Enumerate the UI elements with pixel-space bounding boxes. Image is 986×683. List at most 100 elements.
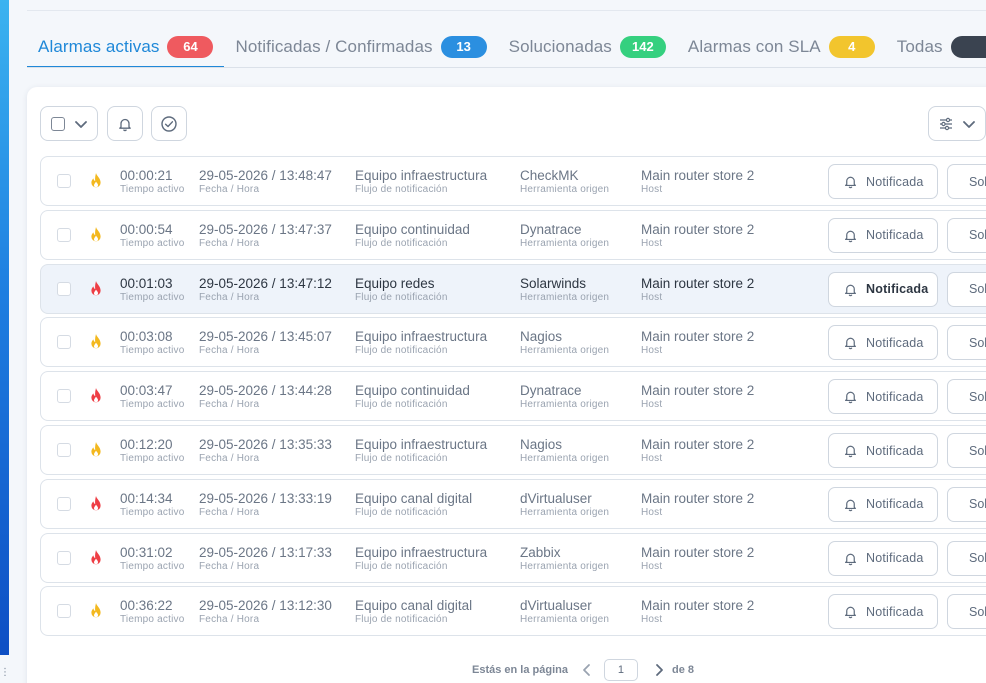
date-value: 29-05-2026 / 13:47:12: [199, 275, 332, 291]
cell-date: 29-05-2026 / 13:45:07 Fecha / Hora: [199, 329, 332, 357]
tab-todas[interactable]: Todas: [886, 26, 986, 68]
alarm-row[interactable]: 00:31:02 Tiempo activo 29-05-2026 / 13:17:…: [40, 532, 986, 583]
date-caption: Fecha / Hora: [199, 614, 260, 626]
time-value: 00:00:21: [120, 168, 173, 183]
notify-button[interactable]: Notificada: [828, 164, 938, 199]
cell-date: 29-05-2026 / 13:44:28 Fecha / Hora: [199, 383, 332, 411]
resolve-button[interactable]: Solucionada: [947, 271, 986, 307]
flow-value: Equipo infraestructura: [355, 437, 488, 452]
alarm-row[interactable]: 00:36:22 Tiempo activo 29-05-2026 / 13:12:…: [40, 586, 986, 637]
row-checkbox[interactable]: [57, 443, 71, 457]
notify-button[interactable]: Notificada: [828, 217, 938, 253]
next-page-button[interactable]: [654, 663, 664, 677]
row-checkbox[interactable]: [57, 604, 71, 619]
notify-button[interactable]: Notificada: [828, 433, 938, 468]
date-caption: Fecha / Hora: [199, 291, 260, 303]
tool-caption: Herramienta origen: [520, 345, 610, 357]
flame-icon: [91, 173, 101, 188]
bell-icon: [845, 499, 856, 512]
tab-label: Solucionadas: [508, 37, 612, 56]
row-checkbox[interactable]: [57, 389, 71, 404]
row-checkbox[interactable]: [57, 335, 71, 350]
select-all-dropdown[interactable]: [40, 106, 98, 141]
time-caption: Tiempo activo: [120, 345, 185, 357]
resolve-button[interactable]: Solucionada: [947, 594, 986, 630]
notify-selected-button[interactable]: [107, 106, 143, 141]
flow-caption: Flujo de notificación: [355, 237, 448, 249]
tab-notificadas-confirmadas[interactable]: Notificadas / Confirmadas 13: [224, 26, 497, 68]
row-checkbox[interactable]: [57, 496, 71, 511]
alarm-row[interactable]: 00:12:20 Tiempo activo 29-05-2026 / 13:35:…: [40, 425, 986, 475]
cell-date: 29-05-2026 / 13:48:47 Fecha / Hora: [199, 168, 332, 196]
notify-button[interactable]: Notificada: [828, 540, 938, 576]
cell-flow: Equipo continuidad Flujo de notificación: [355, 222, 470, 250]
flame-icon: [91, 334, 101, 349]
notify-button-label: Notificada: [866, 228, 924, 243]
page-number-input[interactable]: 1: [603, 659, 638, 681]
tab-alarmas-activas[interactable]: Alarmas activas 64: [27, 26, 225, 68]
alarm-row[interactable]: 00:00:21 Tiempo activo 29-05-2026 / 13:48:…: [40, 156, 986, 206]
resolve-button[interactable]: Solucionada: [947, 164, 986, 199]
sidebar-handle-icon[interactable]: ⋮: [0, 668, 10, 678]
notify-button[interactable]: Notificada: [828, 325, 938, 361]
resolve-button[interactable]: Solucionada: [947, 325, 986, 361]
notify-button[interactable]: Notificada: [828, 594, 938, 630]
time-caption: Tiempo activo: [120, 237, 185, 249]
cell-date: 29-05-2026 / 13:12:30 Fecha / Hora: [199, 598, 332, 626]
row-checkbox[interactable]: [57, 227, 71, 242]
host-value: Main router store 2: [641, 544, 755, 560]
flow-caption: Flujo de notificación: [355, 506, 448, 518]
filter-settings-dropdown[interactable]: [928, 106, 986, 141]
resolve-button[interactable]: Solucionada: [947, 379, 986, 415]
flow-value: Equipo continuidad: [355, 221, 470, 237]
resolve-button[interactable]: Solucionada: [947, 540, 986, 576]
notify-button[interactable]: Notificada: [828, 379, 938, 415]
pagination-label: Estás en la página: [472, 664, 568, 676]
tool-value: Zabbix: [520, 544, 561, 560]
row-checkbox[interactable]: [57, 281, 71, 296]
tab-alarmas-con-sla[interactable]: Alarmas con SLA 4: [677, 26, 886, 68]
select-all-checkbox[interactable]: [50, 116, 65, 131]
sidebar-accent-strip: [0, 0, 9, 655]
resolve-button[interactable]: Solucionada: [947, 433, 986, 468]
date-caption: Fecha / Hora: [199, 237, 260, 249]
tab-count-badge: 13: [440, 36, 487, 58]
bell-icon: [845, 553, 856, 565]
time-value: 00:03:47: [120, 383, 173, 399]
alarm-row[interactable]: 00:01:03 Tiempo activo 29-05-2026 / 13:47:…: [40, 263, 986, 314]
cell-date: 29-05-2026 / 13:35:33 Fecha / Hora: [199, 437, 332, 465]
host-value: Main router store 2: [641, 383, 755, 399]
time-caption: Tiempo activo: [120, 560, 185, 572]
host-caption: Host: [641, 506, 663, 518]
sliders-icon: [939, 117, 952, 130]
flame-icon: [91, 226, 101, 242]
confirm-selected-button[interactable]: [151, 106, 187, 141]
cell-time: 00:36:22 Tiempo activo: [120, 598, 184, 626]
row-checkbox[interactable]: [57, 174, 71, 188]
date-value: 29-05-2026 / 13:33:19: [199, 490, 332, 506]
tool-caption: Herramienta origen: [520, 184, 610, 195]
resolve-button[interactable]: Solucionada: [947, 486, 986, 522]
tab-solucionadas[interactable]: Solucionadas 142: [498, 26, 677, 68]
notify-button-label: Notificada: [866, 282, 929, 297]
host-caption: Host: [641, 614, 663, 626]
notify-button[interactable]: Notificada: [828, 486, 938, 522]
prev-page-button[interactable]: [582, 663, 592, 677]
tab-label: Todas: [896, 37, 943, 56]
tool-caption: Herramienta origen: [520, 614, 610, 626]
alarm-row[interactable]: 00:03:08 Tiempo activo 29-05-2026 / 13:45:…: [40, 317, 986, 368]
alarm-row[interactable]: 00:03:47 Tiempo activo 29-05-2026 / 13:44:…: [40, 371, 986, 422]
alarm-row[interactable]: 00:00:54 Tiempo activo 29-05-2026 / 13:47:…: [40, 209, 986, 260]
date-caption: Fecha / Hora: [199, 345, 260, 357]
bell-icon: [845, 445, 856, 458]
time-caption: Tiempo activo: [120, 453, 185, 464]
flame-icon: [91, 495, 101, 511]
notify-button[interactable]: Notificada: [828, 271, 938, 307]
alarm-row[interactable]: 00:14:34 Tiempo activo 29-05-2026 / 13:33:…: [40, 478, 986, 529]
time-caption: Tiempo activo: [120, 506, 185, 518]
cell-host: Main router store 2 Host: [641, 276, 754, 304]
cell-time: 00:31:02 Tiempo activo: [120, 545, 184, 573]
resolve-button[interactable]: Solucionada: [947, 217, 986, 253]
cell-flow: Equipo canal digital Flujo de notificació…: [355, 598, 472, 626]
row-checkbox[interactable]: [57, 550, 71, 565]
